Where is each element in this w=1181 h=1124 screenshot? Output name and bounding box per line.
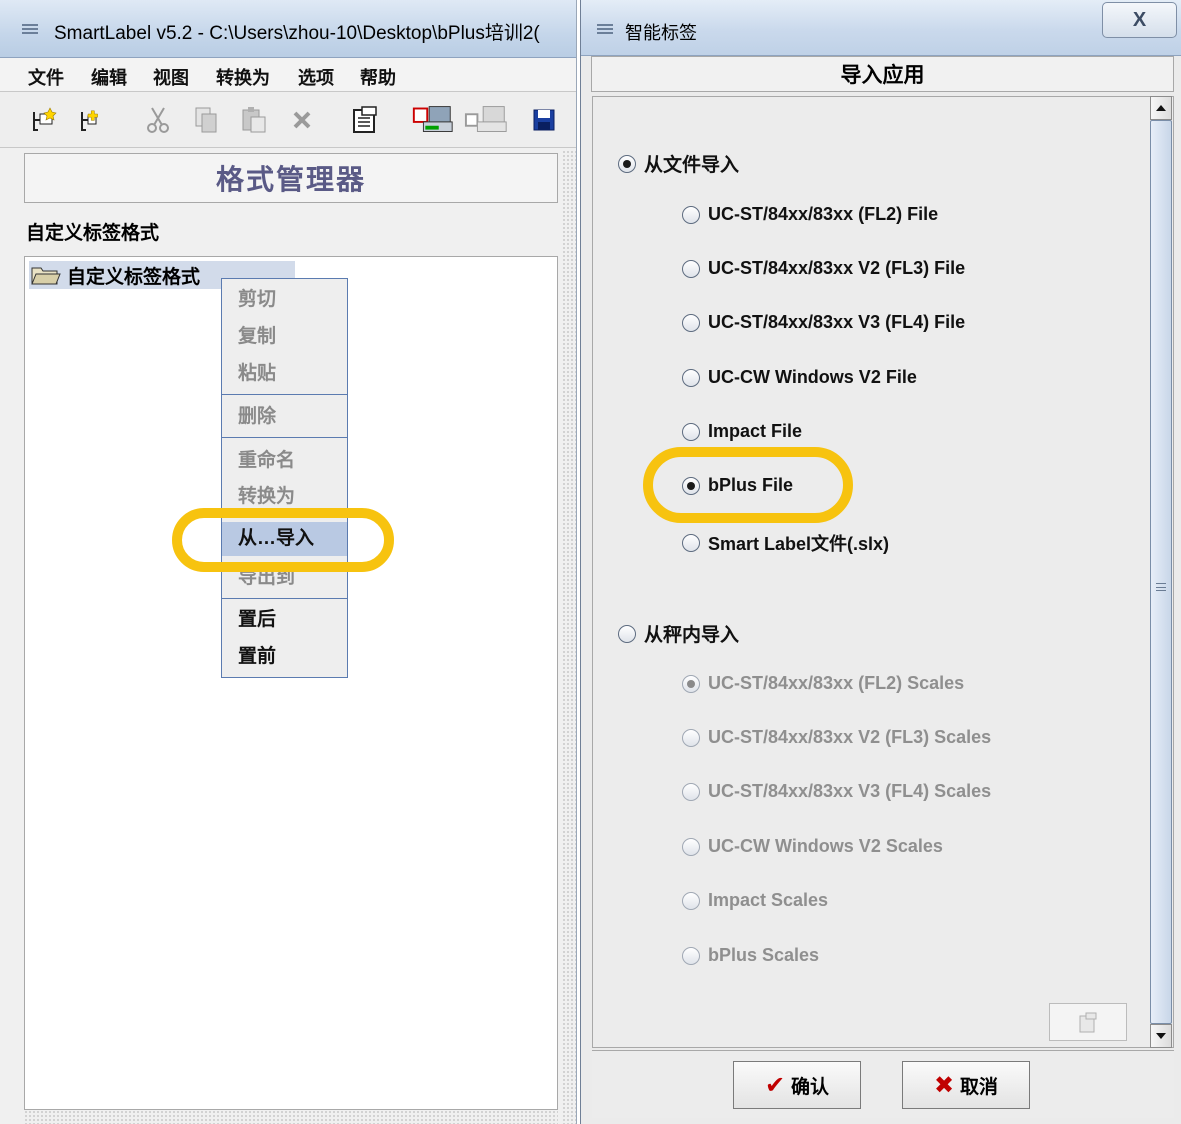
ctx-delete[interactable]: 删除 <box>222 400 347 434</box>
format-manager-title: 格式管理器 <box>215 163 366 196</box>
transfer-from-scale-icon[interactable] <box>462 102 512 138</box>
radio-checked-icon <box>618 154 636 173</box>
radio-icon <box>682 728 700 747</box>
tree-node-label: 自定义标签格式 <box>67 266 201 288</box>
radio-fl3-scales[interactable]: UC-ST/84xx/83xx V2 (FL3) Scales <box>682 727 991 748</box>
save-icon[interactable] <box>526 102 562 138</box>
ctx-copy[interactable]: 复制 <box>222 320 347 354</box>
copy-icon[interactable] <box>188 102 224 138</box>
ok-button[interactable]: ✔ 确认 <box>733 1061 861 1109</box>
highlight-ring-import <box>172 508 394 572</box>
dialog-header-title: 导入应用 <box>840 64 925 87</box>
delete-icon[interactable] <box>284 102 320 138</box>
scroll-up-button[interactable] <box>1150 96 1172 120</box>
ctx-separator <box>222 437 347 438</box>
window-titlebar[interactable]: SmartLabel v5.2 - C:\Users\zhou-10\Deskt… <box>0 0 576 58</box>
menu-options[interactable]: 选项 <box>298 64 334 90</box>
app-icon <box>597 24 613 34</box>
toolbar <box>0 92 576 148</box>
properties-icon <box>1079 1012 1097 1033</box>
radio-icon <box>682 313 700 332</box>
radio-icon <box>682 782 700 801</box>
radio-bplus-scales[interactable]: bPlus Scales <box>682 945 819 966</box>
radio-icon <box>682 837 700 856</box>
dialog-header: 导入应用 <box>591 56 1174 92</box>
radio-icon <box>618 624 636 643</box>
scroll-down-button[interactable] <box>1150 1024 1172 1048</box>
checkmark-icon: ✔ <box>764 1071 786 1099</box>
radio-fl3-file[interactable]: UC-ST/84xx/83xx V2 (FL3) File <box>682 258 965 279</box>
menu-file[interactable]: 文件 <box>28 64 64 90</box>
scale-settings-button[interactable] <box>1049 1003 1127 1041</box>
ctx-paste[interactable]: 粘贴 <box>222 357 347 391</box>
radio-icon <box>682 368 700 387</box>
custom-format-subtitle: 自定义标签格式 <box>26 223 160 244</box>
radio-icon <box>682 534 700 552</box>
new-folder-icon[interactable] <box>74 102 110 138</box>
cross-icon: ✖ <box>933 1071 955 1099</box>
ctx-move-back[interactable]: 置后 <box>222 603 347 637</box>
grip-icon <box>1156 583 1166 591</box>
radio-icon <box>682 891 700 910</box>
radio-fl2-file[interactable]: UC-ST/84xx/83xx (FL2) File <box>682 204 938 225</box>
import-options-panel <box>592 96 1174 1048</box>
radio-fl2-scales[interactable]: UC-ST/84xx/83xx (FL2) Scales <box>682 673 964 694</box>
folder-open-icon <box>31 267 61 285</box>
menu-view[interactable]: 视图 <box>153 64 189 90</box>
scroll-thumb[interactable] <box>1150 120 1172 1024</box>
panel-splitter[interactable] <box>562 150 576 1124</box>
close-button[interactable]: X <box>1102 2 1177 38</box>
ctx-move-front[interactable]: 置前 <box>222 640 347 674</box>
radio-fl4-file[interactable]: UC-ST/84xx/83xx V3 (FL4) File <box>682 312 965 333</box>
ctx-separator <box>222 394 347 395</box>
cut-icon[interactable] <box>140 102 176 138</box>
radio-impact-file[interactable]: Impact File <box>682 421 802 442</box>
window-title: SmartLabel v5.2 - C:\Users\zhou-10\Deskt… <box>54 23 540 44</box>
arrow-up-icon <box>1156 105 1166 111</box>
highlight-ring-bplus <box>643 447 853 523</box>
radio-uc-cw-scales[interactable]: UC-CW Windows V2 Scales <box>682 836 943 857</box>
ctx-cut[interactable]: 剪切 <box>222 283 347 317</box>
transfer-to-scale-icon[interactable] <box>408 102 458 138</box>
close-icon: X <box>1132 8 1147 31</box>
menu-bar: 文件 编辑 视图 转换为 选项 帮助 <box>0 58 576 92</box>
smartlabel-window: SmartLabel v5.2 - C:\Users\zhou-10\Deskt… <box>0 0 577 1124</box>
menu-help[interactable]: 帮助 <box>360 64 396 90</box>
radio-icon <box>682 259 700 278</box>
app-icon <box>22 24 38 34</box>
context-menu: 剪切 复制 粘贴 删除 重命名 转换为 从…导入 导出到 置后 置前 <box>221 278 348 678</box>
radio-fl4-scales[interactable]: UC-ST/84xx/83xx V3 (FL4) Scales <box>682 781 991 802</box>
radio-uc-cw-file[interactable]: UC-CW Windows V2 File <box>682 367 917 388</box>
radio-slx-file[interactable]: Smart Label文件(.slx) <box>682 530 889 556</box>
radio-import-from-scale[interactable]: 从秤内导入 <box>618 620 739 647</box>
new-label-icon[interactable] <box>26 102 62 138</box>
ctx-separator <box>222 598 347 599</box>
radio-import-from-file[interactable]: 从文件导入 <box>618 150 739 177</box>
properties-icon[interactable] <box>346 102 382 138</box>
radio-icon <box>682 946 700 965</box>
radio-checked-icon <box>682 674 700 693</box>
cancel-button[interactable]: ✖ 取消 <box>902 1061 1030 1109</box>
menu-convert[interactable]: 转换为 <box>216 64 270 90</box>
options-scrollbar[interactable] <box>1150 96 1172 1048</box>
paste-icon[interactable] <box>236 102 272 138</box>
arrow-down-icon <box>1156 1033 1166 1039</box>
ctx-rename[interactable]: 重命名 <box>222 444 347 478</box>
dialog-titlebar[interactable]: 智能标签 X <box>581 0 1181 56</box>
radio-impact-scales[interactable]: Impact Scales <box>682 890 828 911</box>
dialog-footer: ✔ 确认 ✖ 取消 <box>592 1050 1174 1118</box>
menu-edit[interactable]: 编辑 <box>91 64 127 90</box>
bottom-splitter <box>24 1110 558 1124</box>
radio-icon <box>682 422 700 441</box>
format-manager-header: 格式管理器 <box>24 153 558 203</box>
dialog-title: 智能标签 <box>625 23 697 43</box>
radio-icon <box>682 205 700 224</box>
